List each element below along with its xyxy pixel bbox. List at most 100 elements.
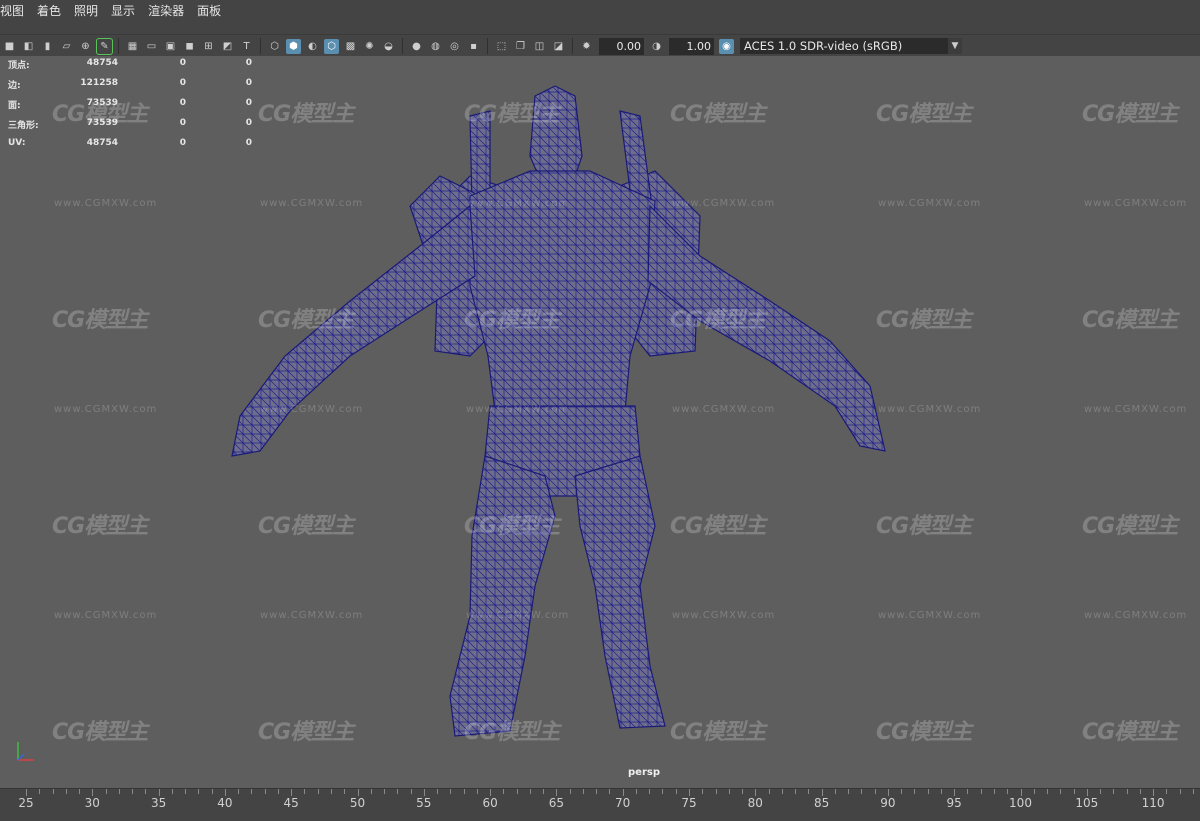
watermark-url: www.CGMXW.com — [672, 404, 776, 415]
timeline-tick — [742, 789, 744, 794]
watermark-logo: CG模型主 — [258, 102, 354, 127]
timeline-tick — [728, 789, 730, 794]
isolate-select-icon[interactable]: ⬚ — [494, 39, 509, 54]
color-space-select[interactable]: ACES 1.0 SDR-video (sRGB) ▼ — [740, 38, 962, 54]
menu-view[interactable]: 视图 — [0, 0, 31, 19]
gamma-icon[interactable]: ◑ — [649, 39, 664, 54]
gate-mask-icon[interactable]: ◼ — [182, 39, 197, 54]
menu-show[interactable]: 显示 — [111, 0, 142, 19]
timeline-tick — [1086, 789, 1088, 796]
axis-gizmo-icon — [17, 742, 34, 761]
menu-shading[interactable]: 着色 — [37, 0, 68, 19]
timeline-tick — [1020, 789, 1022, 796]
motion-blur-icon[interactable]: ◍ — [428, 39, 443, 54]
timeline-tick — [795, 789, 797, 794]
grid-icon[interactable]: ▦ — [125, 39, 140, 54]
toolbar-divider — [118, 38, 119, 54]
camera-label: persp — [628, 767, 660, 778]
exposure-icon[interactable]: ✹ — [579, 39, 594, 54]
timeline-tick — [1033, 789, 1035, 794]
timeline-tick-label: 80 — [747, 796, 763, 810]
timeline-tick — [224, 789, 226, 796]
select-camera-icon[interactable]: ■ — [2, 39, 17, 54]
bookmark-icon[interactable]: ▮ — [40, 39, 55, 54]
watermark-url: www.CGMXW.com — [878, 198, 982, 209]
timeline-tick-label: 90 — [880, 796, 896, 810]
timeline-tick — [940, 789, 942, 794]
safe-action-icon[interactable]: ◩ — [220, 39, 235, 54]
timeline-tick — [52, 789, 54, 794]
menu-panels[interactable]: 面板 — [197, 0, 228, 19]
exposure-field[interactable] — [599, 37, 644, 55]
xray-components-icon[interactable]: ◪ — [551, 39, 566, 54]
hud-value: 0 — [245, 118, 252, 128]
xray-joints-icon[interactable]: ◫ — [532, 39, 547, 54]
2d-pan-zoom-icon[interactable]: ⊕ — [78, 39, 93, 54]
xray-icon[interactable]: ❐ — [513, 39, 528, 54]
timeline-tick — [702, 789, 704, 794]
timeline-tick — [357, 789, 359, 796]
timeline-tick — [993, 789, 995, 794]
timeline-tick — [132, 789, 134, 794]
resolution-gate-icon[interactable]: ▣ — [163, 39, 178, 54]
watermark-logo: CG模型主 — [876, 720, 972, 745]
timeline-tick — [79, 789, 81, 794]
color-space-value: ACES 1.0 SDR-video (sRGB) — [744, 39, 903, 53]
field-chart-icon[interactable]: ⊞ — [201, 39, 216, 54]
watermark-logo: CG模型主 — [464, 514, 560, 539]
textured-icon[interactable]: ▩ — [343, 39, 358, 54]
safe-title-icon[interactable]: T — [239, 39, 254, 54]
grease-pencil-icon[interactable]: ✎ — [96, 37, 113, 55]
timeline-tick — [251, 789, 253, 794]
wireframe-icon[interactable]: ⬡ — [267, 39, 282, 54]
hud-value: 0 — [245, 58, 252, 68]
timeline-tick-label: 45 — [283, 796, 299, 810]
camera-attributes-icon[interactable]: ◧ — [21, 39, 36, 54]
watermark-logo: CG模型主 — [1082, 720, 1178, 745]
timeline-tick — [238, 789, 240, 794]
timeline-tick — [755, 789, 757, 796]
lights-icon[interactable]: ✺ — [362, 39, 377, 54]
menu-bar: 视图 着色 照明 显示 渲染器 面板 — [0, 0, 1200, 34]
anti-aliasing-icon[interactable]: ◎ — [447, 39, 462, 54]
timeline-tick — [39, 789, 41, 794]
smooth-shade-icon[interactable]: ⬢ — [286, 38, 301, 54]
toolbar-divider — [572, 38, 573, 54]
timeline-tick — [675, 789, 677, 794]
color-management-icon[interactable]: ◉ — [719, 38, 734, 54]
wireframe-on-shaded-icon[interactable]: ⬡ — [324, 38, 339, 54]
watermark-url: www.CGMXW.com — [1084, 198, 1188, 209]
timeline-tick — [1047, 789, 1049, 794]
timeline-tick — [118, 789, 120, 794]
timeline-tick-label: 105 — [1075, 796, 1099, 810]
timeline-tick-label: 110 — [1141, 796, 1165, 810]
depth-of-field-icon[interactable]: ▪ — [466, 39, 481, 54]
shadows-icon[interactable]: ◒ — [381, 39, 396, 54]
gamma-field[interactable] — [669, 37, 714, 55]
timeline-tick-label: 70 — [615, 796, 631, 810]
watermark-url: www.CGMXW.com — [260, 610, 364, 621]
hud-value: 0 — [179, 118, 186, 128]
image-plane-icon[interactable]: ▱ — [59, 39, 74, 54]
timeline-tick — [914, 789, 916, 794]
menu-renderer[interactable]: 渲染器 — [148, 0, 191, 19]
watermark-url: www.CGMXW.com — [54, 198, 158, 209]
time-slider[interactable]: 25 30 35 40 45 50 55 60 65 70 75 80 85 90 95 100 105 110 — [0, 788, 1200, 821]
watermark-logo: CG模型主 — [464, 720, 560, 745]
hud-label: 三角形: — [8, 121, 39, 131]
viewport-persp[interactable]: 顶点: 48754 0 0 边: 121258 0 0 面: 73539 0 0… — [0, 56, 1200, 788]
screen-space-ao-icon[interactable]: ● — [409, 39, 424, 54]
timeline-tick — [848, 789, 850, 794]
film-gate-icon[interactable]: ▭ — [144, 39, 159, 54]
watermark-logo: CG模型主 — [258, 514, 354, 539]
menu-lighting[interactable]: 照明 — [74, 0, 105, 19]
timeline-tick — [967, 789, 969, 794]
watermark-url: www.CGMXW.com — [466, 404, 570, 415]
hud-value: 0 — [179, 98, 186, 108]
timeline-tick-label: 55 — [416, 796, 432, 810]
timeline-tick — [65, 789, 67, 794]
default-material-icon[interactable]: ◐ — [305, 39, 320, 54]
timeline-tick — [304, 789, 306, 794]
wireframe-character-model[interactable] — [0, 56, 1200, 788]
timeline-tick — [808, 789, 810, 794]
